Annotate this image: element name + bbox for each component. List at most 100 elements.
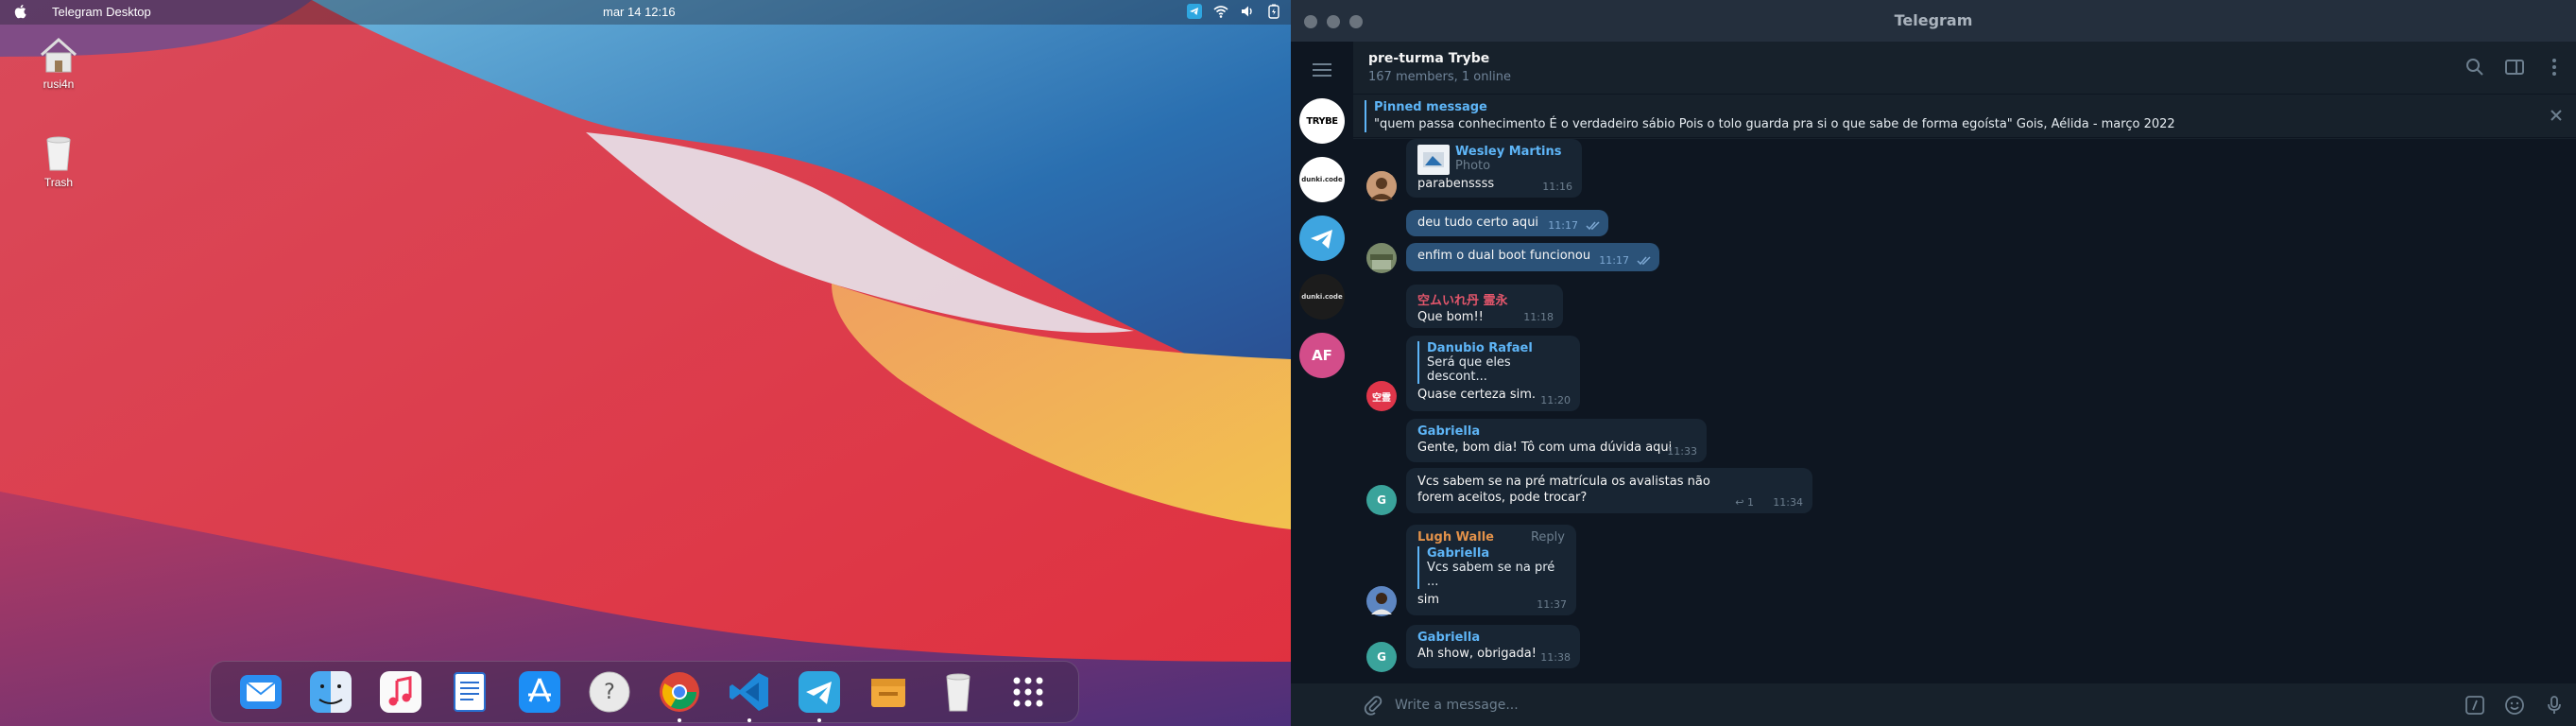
- vscode-icon[interactable]: [727, 669, 772, 722]
- photo-thumbnail: [1417, 145, 1450, 175]
- message-list[interactable]: Wesley Martins Photo parabenssss 11:16 d…: [1353, 139, 2576, 683]
- close-pinned-icon[interactable]: [2548, 107, 2565, 124]
- reply-button[interactable]: Reply: [1531, 530, 1565, 546]
- message-time: 11:34: [1773, 496, 1803, 509]
- message-author[interactable]: 空ムいれ丹 霊永: [1417, 290, 1552, 308]
- search-icon[interactable]: [2464, 57, 2485, 78]
- chat-avatar-telegram[interactable]: [1299, 216, 1345, 261]
- dock-trash-icon[interactable]: [936, 669, 981, 715]
- reply-text: Será que eles descont...: [1427, 355, 1511, 384]
- active-app-name[interactable]: Telegram Desktop: [52, 5, 151, 19]
- archive-icon[interactable]: [866, 669, 911, 715]
- pinned-accent-bar: [1365, 100, 1366, 132]
- message-bubble[interactable]: Gabriella Ah show, obrigada! 11:38: [1406, 625, 1580, 668]
- reply-preview[interactable]: Wesley Martins Photo: [1417, 145, 1571, 175]
- message-bubble[interactable]: Gabriella Gente, bom dia! Tô com uma dúv…: [1406, 419, 1707, 462]
- launchpad-grid-icon[interactable]: [1005, 669, 1051, 715]
- message-bubble[interactable]: Lugh Walle Reply Gabriella Vcs sabem se …: [1406, 525, 1576, 615]
- message-bubble[interactable]: 空ムいれ丹 霊永 Que bom!! 11:18: [1406, 285, 1563, 328]
- telegram-window: Telegram TRYBE dunki.code dunki.code AF: [1291, 0, 2576, 726]
- attach-icon[interactable]: [1363, 695, 1383, 716]
- message-bubble[interactable]: Wesley Martins Photo parabenssss 11:16: [1406, 139, 1582, 198]
- message-text: enfim o dual boot funcionou: [1417, 249, 1591, 263]
- chat-avatar-label: dunki.code: [1301, 176, 1343, 183]
- avatar[interactable]: G: [1366, 642, 1397, 672]
- window-titlebar[interactable]: Telegram: [1291, 0, 2576, 42]
- emoji-icon[interactable]: [2504, 695, 2525, 716]
- message-bubble[interactable]: Danubio Rafael Será que eles descont... …: [1406, 336, 1580, 411]
- hamburger-menu-icon[interactable]: [1312, 62, 1332, 78]
- avatar[interactable]: G: [1366, 485, 1397, 515]
- message-author[interactable]: Gabriella: [1417, 424, 1695, 439]
- chat-avatar-trybe[interactable]: TRYBE: [1299, 98, 1345, 144]
- avatar[interactable]: 空霊: [1366, 381, 1397, 411]
- message-author[interactable]: Gabriella: [1417, 631, 1569, 645]
- volume-icon[interactable]: [1240, 4, 1255, 19]
- chat-list-sidebar: TRYBE dunki.code dunki.code AF: [1291, 42, 1353, 726]
- script-editor-icon[interactable]: ?: [587, 669, 632, 715]
- apple-menu-icon[interactable]: [13, 4, 26, 19]
- avatar-label: 空霊: [1372, 392, 1391, 404]
- dock: ?: [210, 661, 1079, 723]
- svg-text:?: ?: [604, 681, 615, 704]
- chat-avatar-label: dunki.code: [1301, 293, 1343, 301]
- message-text: Gente, bom dia! Tô com uma dúvida aqui: [1417, 441, 1673, 455]
- chat-title[interactable]: pre-turma Trybe: [1368, 51, 1489, 66]
- mail-app-icon[interactable]: [238, 669, 283, 715]
- message-time: 11:18: [1523, 311, 1554, 323]
- bot-commands-icon[interactable]: [2464, 695, 2485, 716]
- sidebar-toggle-icon[interactable]: [2504, 57, 2525, 78]
- battery-icon[interactable]: [1266, 4, 1281, 19]
- finder-icon[interactable]: [308, 669, 353, 715]
- trash-icon: [38, 132, 79, 174]
- message-input[interactable]: [1395, 693, 2415, 717]
- message-time: 11:17: [1599, 254, 1629, 267]
- desktop-icon-home[interactable]: rusi4n: [16, 34, 101, 91]
- reply-text: Vcs sabem se na pré ...: [1427, 561, 1555, 589]
- music-app-icon[interactable]: [378, 669, 423, 715]
- replies-number: 1: [1747, 496, 1754, 509]
- telegram-tray-icon[interactable]: [1187, 4, 1202, 19]
- clock[interactable]: mar 14 12:16: [603, 5, 676, 19]
- reply-preview[interactable]: Gabriella Vcs sabem se na pré ...: [1417, 546, 1565, 589]
- chat-avatar-dunki-code-dark[interactable]: dunki.code: [1299, 274, 1345, 320]
- pinned-message-bar[interactable]: Pinned message "quem passa conhecimento …: [1353, 95, 2576, 138]
- more-options-icon[interactable]: [2544, 57, 2565, 78]
- telegram-icon[interactable]: [797, 669, 842, 722]
- read-checkmarks-icon: [1586, 221, 1600, 231]
- chat-members-count: 167 members, 1 online: [1368, 70, 1511, 84]
- read-checkmarks-icon: [1637, 256, 1651, 266]
- message-composer: [1291, 683, 2576, 726]
- avatar[interactable]: [1366, 243, 1397, 273]
- replies-count[interactable]: ↩ 1: [1735, 496, 1754, 509]
- message-time: 11:33: [1667, 445, 1697, 458]
- message-time: 11:37: [1537, 598, 1567, 611]
- message-author[interactable]: Lugh Walle: [1417, 530, 1494, 544]
- message-bubble[interactable]: Vcs sabem se na pré matrícula os avalist…: [1406, 468, 1812, 513]
- message-bubble[interactable]: enfim o dual boot funcionou 11:17: [1406, 243, 1659, 271]
- reply-author: Wesley Martins: [1455, 145, 1562, 159]
- chat-header[interactable]: pre-turma Trybe 167 members, 1 online: [1353, 42, 2576, 95]
- message-bubble[interactable]: deu tudo certo aqui 11:17: [1406, 210, 1608, 236]
- avatar[interactable]: [1366, 171, 1397, 201]
- reply-author: Gabriella: [1427, 546, 1490, 561]
- menu-bar: Telegram Desktop mar 14 12:16: [0, 0, 1291, 25]
- message-time: 11:20: [1540, 394, 1571, 406]
- avatar[interactable]: [1366, 586, 1397, 616]
- system-tray: [1187, 4, 1281, 19]
- message-time: 11:16: [1542, 181, 1572, 193]
- message-time: 11:17: [1548, 219, 1578, 232]
- microphone-icon[interactable]: [2544, 695, 2565, 716]
- reply-preview[interactable]: Danubio Rafael Será que eles descont...: [1417, 341, 1569, 384]
- composer-actions: [2464, 695, 2565, 716]
- chrome-icon[interactable]: [657, 669, 702, 722]
- running-indicator: [747, 718, 751, 722]
- desktop-icon-label: rusi4n: [43, 78, 75, 91]
- desktop-icon-trash[interactable]: Trash: [16, 132, 101, 189]
- chat-avatar-af[interactable]: AF: [1299, 333, 1345, 378]
- running-indicator: [816, 718, 821, 722]
- wifi-icon[interactable]: [1213, 4, 1228, 19]
- chat-avatar-dunki-code[interactable]: dunki.code: [1299, 157, 1345, 202]
- app-store-icon[interactable]: [517, 669, 562, 715]
- text-editor-icon[interactable]: [447, 669, 492, 715]
